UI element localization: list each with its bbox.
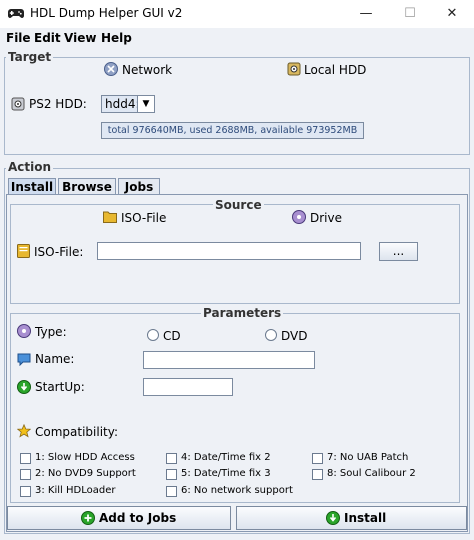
drive-disc-icon: [292, 210, 306, 224]
local-hdd-icon: [287, 62, 301, 76]
compat-checkbox-2[interactable]: [20, 469, 31, 480]
name-label: Name:: [35, 352, 75, 366]
network-radio-label[interactable]: Network: [122, 63, 172, 77]
menu-file[interactable]: File: [6, 31, 31, 45]
dvd-radio[interactable]: [265, 329, 277, 341]
iso-file-label: ISO-File:: [34, 245, 84, 259]
compat-label-6[interactable]: 6: No network support: [181, 485, 293, 496]
speech-bubble-icon: [17, 353, 31, 366]
type-label: Type:: [35, 325, 67, 339]
install-label: Install: [344, 511, 387, 525]
compat-checkbox-5[interactable]: [166, 469, 177, 480]
source-group-label: Source: [213, 198, 264, 212]
compat-checkbox-4[interactable]: [166, 453, 177, 464]
chevron-down-icon[interactable]: ▼: [137, 96, 154, 112]
menu-view[interactable]: View: [64, 31, 96, 45]
tab-browse[interactable]: Browse: [58, 178, 116, 195]
compat-label-3[interactable]: 3: Kill HDLoader: [35, 485, 115, 496]
compat-label-7[interactable]: 7: No UAB Patch: [327, 452, 408, 463]
cd-radio-label[interactable]: CD: [163, 329, 181, 343]
startup-input[interactable]: [143, 378, 233, 396]
ps2-hdd-icon: [11, 97, 25, 111]
install-arrow-icon: [326, 511, 340, 525]
parameters-group-label: Parameters: [201, 306, 284, 320]
network-icon: [104, 62, 118, 76]
add-to-jobs-button[interactable]: Add to Jobs: [7, 506, 231, 530]
compat-checkbox-7[interactable]: [312, 453, 323, 464]
compat-checkbox-6[interactable]: [166, 486, 177, 497]
drive-radio-label[interactable]: Drive: [310, 211, 342, 225]
compat-label-8[interactable]: 8: Soul Calibour 2: [327, 468, 416, 479]
dvd-radio-label[interactable]: DVD: [281, 329, 307, 343]
iso-file-radio-label[interactable]: ISO-File: [121, 211, 166, 225]
name-input[interactable]: [143, 351, 315, 369]
maximize-button[interactable]: ☐: [390, 2, 430, 26]
startup-label: StartUp:: [35, 380, 85, 394]
compat-label-5[interactable]: 5: Date/Time fix 3: [181, 468, 271, 479]
star-icon: [17, 424, 31, 438]
local-hdd-radio-label[interactable]: Local HDD: [304, 63, 366, 77]
compat-checkbox-1[interactable]: [20, 453, 31, 464]
folder-icon: [103, 211, 117, 223]
target-group-label: Target: [6, 50, 54, 64]
menu-help[interactable]: Help: [101, 31, 132, 45]
disc-type-icon: [17, 324, 31, 338]
browse-button[interactable]: ...: [379, 242, 418, 261]
install-button[interactable]: Install: [236, 506, 467, 530]
hdd-select-value: hdd4:: [105, 97, 140, 111]
ps2-hdd-label: PS2 HDD:: [29, 97, 87, 111]
compat-label-1[interactable]: 1: Slow HDD Access: [35, 452, 135, 463]
hdd-info-text: total 976640MB, used 2688MB, available 9…: [101, 122, 364, 139]
startup-arrow-icon: [17, 380, 31, 394]
iso-file-icon: [17, 244, 30, 258]
gamepad-icon: [8, 9, 24, 18]
compatibility-label: Compatibility:: [35, 425, 119, 439]
title-bar: HDL Dump Helper GUI v2 — ☐ ✕: [0, 0, 474, 28]
tab-install[interactable]: Install: [8, 178, 56, 195]
action-group-label: Action: [6, 160, 54, 174]
compat-checkbox-8[interactable]: [312, 469, 323, 480]
menu-edit[interactable]: Edit: [34, 31, 61, 45]
menu-bar: File Edit View Help: [0, 28, 474, 48]
iso-file-input[interactable]: [97, 242, 361, 260]
compat-checkbox-3[interactable]: [20, 486, 31, 497]
close-button[interactable]: ✕: [432, 2, 472, 26]
hdd-select[interactable]: hdd4: ▼: [101, 95, 155, 113]
window-title: HDL Dump Helper GUI v2: [30, 6, 183, 20]
compat-label-2[interactable]: 2: No DVD9 Support: [35, 468, 136, 479]
compat-label-4[interactable]: 4: Date/Time fix 2: [181, 452, 271, 463]
minimize-button[interactable]: —: [346, 2, 386, 26]
add-to-jobs-label: Add to Jobs: [99, 511, 177, 525]
add-icon: [81, 511, 95, 525]
cd-radio[interactable]: [147, 329, 159, 341]
tab-jobs[interactable]: Jobs: [118, 178, 160, 195]
